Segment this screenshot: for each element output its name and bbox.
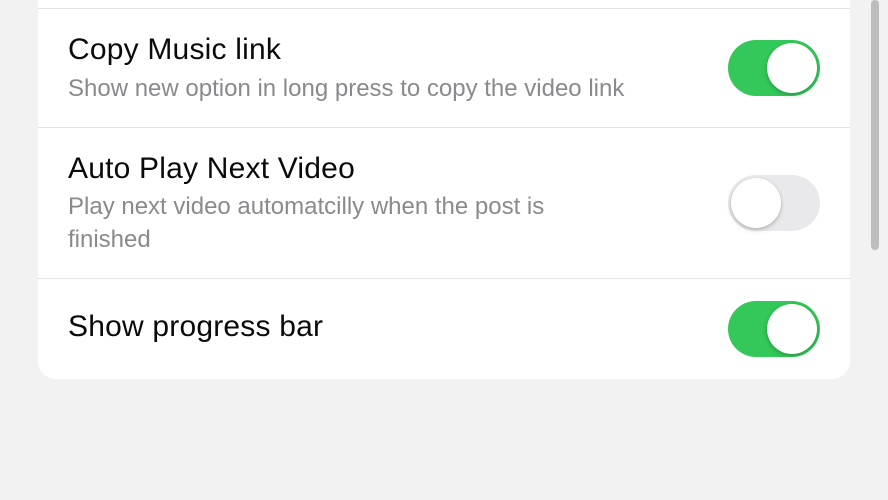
setting-subtitle: Play next video automatcilly when the po… (68, 191, 628, 256)
toggle-auto-play-next-video[interactable] (728, 175, 820, 231)
setting-row-copy-video-link: Copy Video link Show new option in long … (38, 0, 850, 9)
toggle-knob (767, 304, 817, 354)
toggle-knob (767, 43, 817, 93)
setting-title: Copy Music link (68, 31, 698, 69)
setting-row-auto-play-next-video: Auto Play Next Video Play next video aut… (38, 128, 850, 279)
setting-title: Auto Play Next Video (68, 150, 698, 188)
settings-panel: Copy Video link Show new option in long … (38, 0, 850, 379)
setting-subtitle: Show new option in long press to copy th… (68, 73, 628, 105)
scrollbar[interactable] (871, 0, 879, 250)
toggle-copy-music-link[interactable] (728, 40, 820, 96)
setting-text: Show progress bar (68, 308, 728, 350)
toggle-knob (731, 178, 781, 228)
setting-text: Auto Play Next Video Play next video aut… (68, 150, 728, 256)
setting-row-copy-music-link: Copy Music link Show new option in long … (38, 9, 850, 128)
setting-title: Show progress bar (68, 308, 698, 346)
toggle-show-progress-bar[interactable] (728, 301, 820, 357)
setting-text: Copy Music link Show new option in long … (68, 31, 728, 105)
setting-row-show-progress-bar: Show progress bar (38, 279, 850, 379)
settings-screen: Copy Video link Show new option in long … (0, 0, 888, 500)
